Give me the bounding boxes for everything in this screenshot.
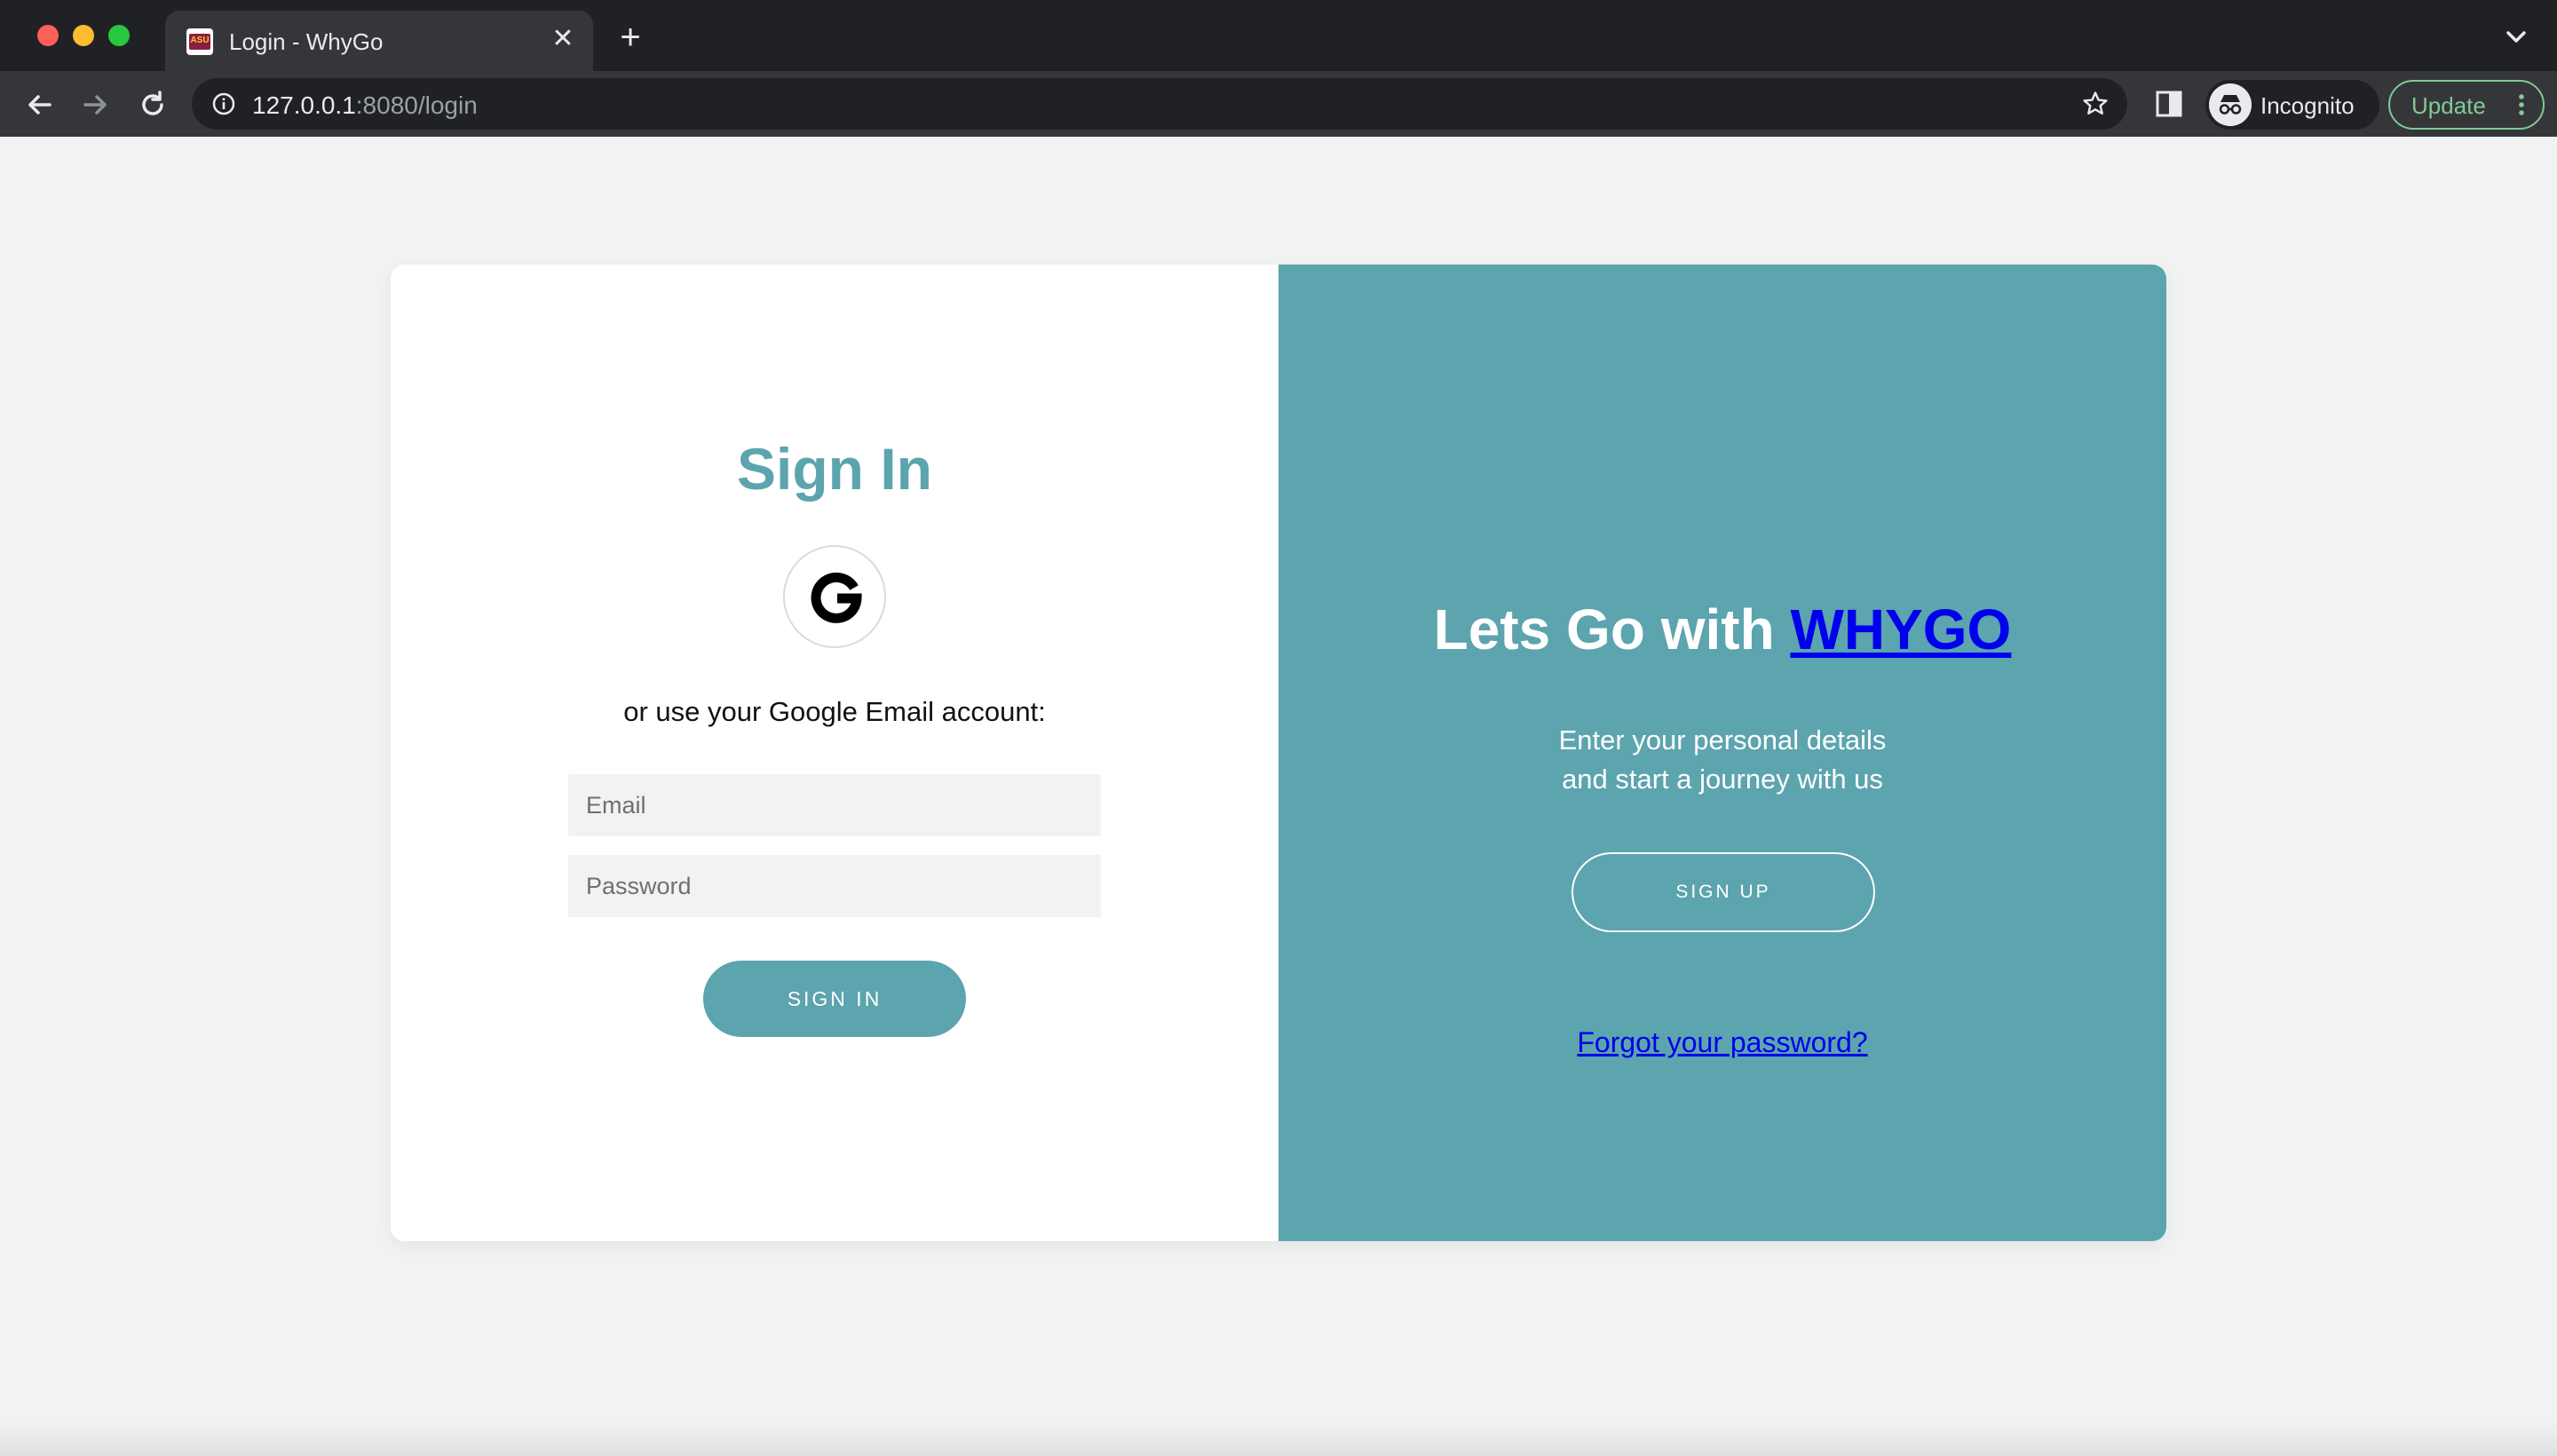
update-label: Update (2411, 92, 2486, 119)
login-card: Sign In or use your Google Email account… (391, 265, 2166, 1241)
kebab-menu-icon[interactable] (2513, 91, 2530, 119)
tab-close-icon[interactable]: ✕ (547, 23, 579, 55)
incognito-label: Incognito (2260, 92, 2355, 119)
tab-title: Login - WhyGo (229, 28, 384, 55)
incognito-badge[interactable]: Incognito (2205, 80, 2379, 130)
chevron-down-icon[interactable] (2502, 23, 2530, 51)
window-close-button[interactable] (37, 25, 59, 46)
window-maximize-button[interactable] (108, 25, 130, 46)
signin-button[interactable]: SIGN IN (703, 961, 966, 1037)
google-g-icon (811, 572, 862, 623)
side-panel-icon[interactable] (2154, 89, 2184, 119)
incognito-icon (2209, 83, 2252, 126)
panel-heading-text: Lets Go with (1433, 597, 1791, 661)
url-path: :8080/login (355, 91, 478, 119)
browser-chrome: ASU Login - WhyGo ✕ + 127.0.0.1:8080/log… (0, 0, 2557, 137)
page-bottom-shadow (0, 1420, 2557, 1456)
whygo-link[interactable]: WHYGO (1790, 597, 2011, 661)
panel-description-line-1: Enter your personal details (1558, 724, 1887, 756)
signup-panel: Lets Go with WHYGO Enter your personal d… (1278, 265, 2166, 1241)
panel-description: Enter your personal details and start a … (1278, 721, 2166, 799)
asu-favicon-icon: ASU (186, 28, 213, 55)
panel-heading: Lets Go with WHYGO (1278, 597, 2166, 662)
panel-description-line-2: and start a journey with us (1562, 764, 1883, 795)
window-minimize-button[interactable] (73, 25, 94, 46)
alt-signin-text: or use your Google Email account: (623, 696, 1046, 727)
arrow-right-icon[interactable] (78, 87, 114, 123)
signin-title: Sign In (737, 436, 932, 502)
password-field[interactable] (568, 855, 1101, 917)
update-button[interactable]: Update (2388, 80, 2545, 130)
reload-icon[interactable] (135, 87, 170, 123)
signin-panel: Sign In or use your Google Email account… (391, 265, 1278, 1241)
arrow-left-icon[interactable] (21, 87, 57, 123)
info-icon[interactable] (211, 91, 236, 116)
url-text: 127.0.0.1:8080/login (252, 91, 478, 120)
signup-button[interactable]: SIGN UP (1571, 852, 1875, 932)
page-content: Sign In or use your Google Email account… (0, 137, 2557, 1456)
url-host: 127.0.0.1 (252, 91, 356, 119)
forgot-password-link[interactable]: Forgot your password? (1577, 1026, 1867, 1058)
forgot-password-container: Forgot your password? (1278, 1026, 2166, 1059)
tab-strip: ASU Login - WhyGo ✕ + (0, 0, 2557, 71)
google-signin-button[interactable] (783, 545, 886, 648)
email-field[interactable] (568, 774, 1101, 836)
new-tab-button[interactable]: + (613, 20, 648, 55)
address-bar[interactable]: 127.0.0.1:8080/login (192, 78, 2127, 130)
star-icon[interactable] (2081, 90, 2110, 118)
tab-login[interactable]: ASU Login - WhyGo ✕ (165, 11, 593, 71)
toolbar: 127.0.0.1:8080/login Incognito Update (0, 71, 2557, 137)
